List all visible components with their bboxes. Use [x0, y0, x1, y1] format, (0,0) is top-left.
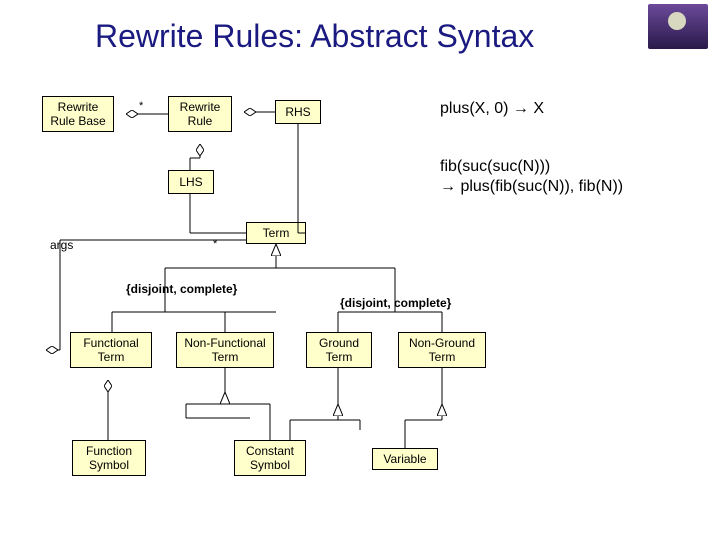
example-2b: → plus(fib(suc(N)), fib(N)) — [440, 178, 623, 196]
box-term: Term — [246, 222, 306, 244]
box-rewrite-rule-base: Rewrite Rule Base — [42, 96, 114, 132]
multiplicity-star-2: * — [213, 238, 217, 250]
box-constant-symbol: Constant Symbol — [234, 440, 306, 476]
box-rewrite-rule: Rewrite Rule — [168, 96, 232, 132]
constraint-right: {disjoint, complete} — [340, 296, 451, 310]
page-title: Rewrite Rules: Abstract Syntax — [95, 18, 534, 55]
example-2a: fib(suc(suc(N))) — [440, 158, 550, 176]
label-args: args — [50, 238, 73, 252]
example-1: plus(X, 0) → X — [440, 100, 544, 118]
box-non-functional-term: Non-Functional Term — [176, 332, 274, 368]
box-ground-term: Ground Term — [306, 332, 372, 368]
box-lhs: LHS — [168, 170, 214, 194]
box-variable: Variable — [372, 448, 438, 470]
box-function-symbol: Function Symbol — [72, 440, 146, 476]
constraint-left: {disjoint, complete} — [126, 282, 237, 296]
box-non-ground-term: Non-Ground Term — [398, 332, 486, 368]
multiplicity-star-1: * — [139, 100, 143, 112]
logo-image — [648, 4, 708, 49]
box-functional-term: Functional Term — [70, 332, 152, 368]
box-rhs: RHS — [275, 100, 321, 124]
